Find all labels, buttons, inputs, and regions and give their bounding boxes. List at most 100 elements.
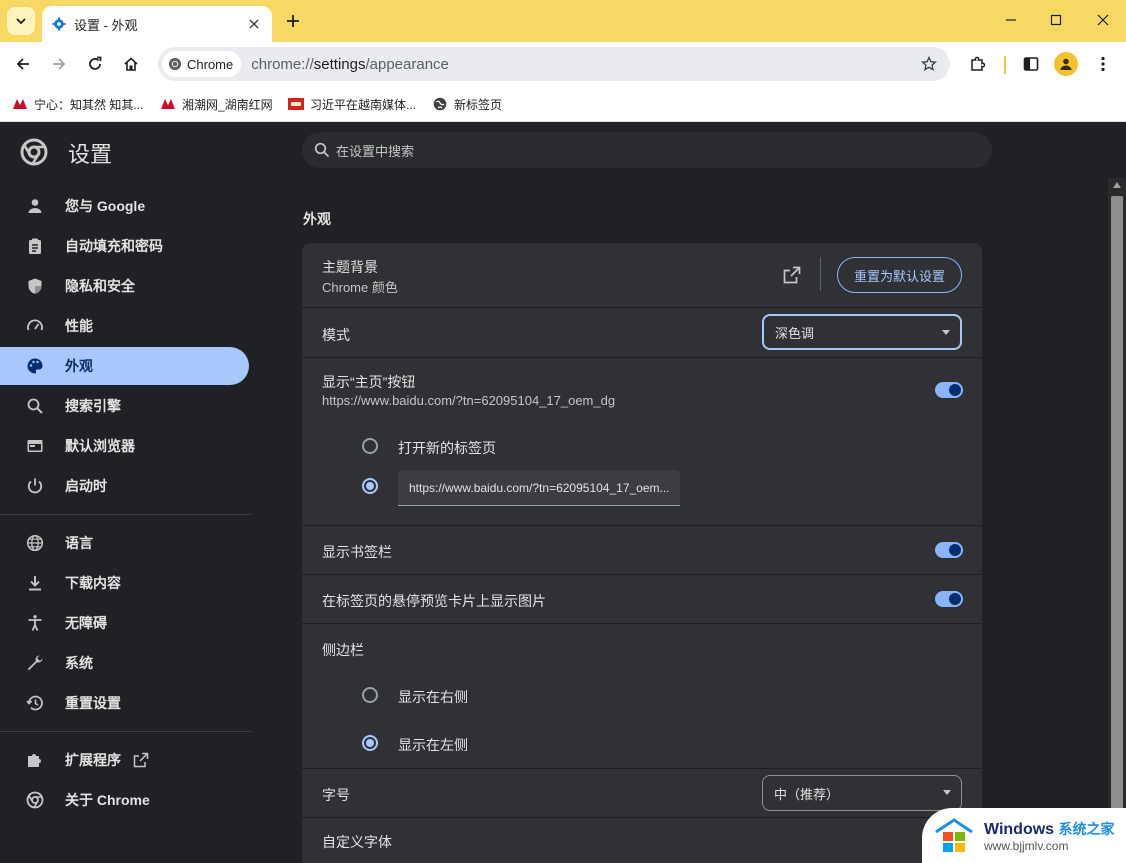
title-bar: 设置 - 外观 <box>0 0 1126 42</box>
side-panel-left-label: 显示在左侧 <box>398 737 468 753</box>
nav-item-search-engine[interactable]: 搜索引擎 <box>0 387 249 425</box>
nav-label: 自动填充和密码 <box>65 238 163 254</box>
watermark-logo: Windows 系统之家 www.bjjmlv.com <box>922 808 1126 863</box>
wrench-icon <box>24 652 46 674</box>
home-newtab-radio[interactable] <box>362 438 378 454</box>
shield-icon <box>24 275 46 297</box>
side-panel-left-radio[interactable] <box>362 735 378 751</box>
external-link-icon[interactable] <box>782 265 802 285</box>
reload-button[interactable] <box>81 50 109 78</box>
side-panel-right-label: 显示在右侧 <box>398 689 468 705</box>
nav-item-on-startup[interactable]: 启动时 <box>0 467 249 505</box>
home-url-input[interactable]: https://www.baidu.com/?tn=62095104_17_oe… <box>398 470 680 506</box>
home-button-toggle[interactable] <box>935 382 963 398</box>
menu-button[interactable] <box>1089 50 1117 78</box>
bookmark-star-button[interactable] <box>914 56 944 72</box>
nav-label: 无障碍 <box>65 615 107 631</box>
chrome-icon <box>24 789 46 811</box>
more-vert-icon <box>1101 56 1105 72</box>
back-button[interactable] <box>9 50 37 78</box>
bookmark-item[interactable]: 新标签页 <box>432 94 502 114</box>
nav-item-accessibility[interactable]: 无障碍 <box>0 604 249 642</box>
puzzle-icon <box>971 56 986 71</box>
tab-title: 设置 - 外观 <box>74 17 138 33</box>
nav-label: 下载内容 <box>65 575 121 591</box>
bookmark-item[interactable]: 宁心：知其然 知其... <box>12 94 143 114</box>
dropdown-caret-icon <box>942 330 950 335</box>
bookmark-item[interactable]: 湘潮网_湖南红网 <box>160 94 273 114</box>
power-icon <box>24 475 46 497</box>
hover-preview-label: 在标签页的悬停预览卡片上显示图片 <box>322 593 546 609</box>
nav-separator <box>0 514 251 515</box>
scroll-up-arrow-icon[interactable] <box>1113 182 1121 188</box>
history-icon <box>24 692 46 714</box>
nav-item-you-and-google[interactable]: 您与 Google <box>0 187 249 225</box>
nav-label: 默认浏览器 <box>65 438 135 454</box>
close-window-button[interactable] <box>1088 6 1118 34</box>
nav-item-privacy[interactable]: 隐私和安全 <box>0 267 249 305</box>
minimize-button[interactable] <box>996 6 1026 34</box>
new-tab-button[interactable] <box>282 10 304 32</box>
home-icon <box>124 57 138 71</box>
nav-label: 外观 <box>65 358 93 374</box>
toolbar: Chrome chrome://settings/appearance <box>0 42 1126 86</box>
font-size-select[interactable]: 中（推荐） <box>762 775 962 811</box>
person-icon <box>24 195 46 217</box>
active-tab[interactable]: 设置 - 外观 <box>42 6 272 42</box>
nav-item-reset[interactable]: 重置设置 <box>0 684 249 722</box>
globe-icon <box>24 532 46 554</box>
mode-label: 模式 <box>322 327 350 343</box>
side-panel-button[interactable] <box>1017 50 1045 78</box>
nav-item-performance[interactable]: 性能 <box>0 307 249 345</box>
nav-item-default-browser[interactable]: 默认浏览器 <box>0 427 249 465</box>
profile-avatar[interactable] <box>1054 52 1078 76</box>
site-chip[interactable]: Chrome <box>162 51 242 77</box>
home-button-label: 显示“主页”按钮 <box>322 374 416 390</box>
address-bar[interactable]: Chrome chrome://settings/appearance <box>158 47 950 81</box>
side-panel-label: 侧边栏 <box>322 642 364 658</box>
nav-label: 扩展程序 <box>65 752 121 768</box>
custom-fonts-row[interactable]: 自定义字体 <box>302 817 982 863</box>
nav-item-languages[interactable]: 语言 <box>0 524 249 562</box>
bookmark-label: 新标签页 <box>454 97 503 112</box>
external-link-icon <box>133 752 149 768</box>
arrow-left-icon <box>16 58 29 70</box>
hover-preview-row: 在标签页的悬停预览卡片上显示图片 <box>302 574 982 623</box>
theme-row: 主题背景 Chrome 颜色 重置为默认设置 <box>302 243 982 307</box>
favicon-icon <box>160 97 176 111</box>
browser-window-icon <box>24 435 46 457</box>
bookmarks-bar-toggle[interactable] <box>935 542 963 558</box>
favicon-icon <box>288 97 304 111</box>
scrollbar-thumb[interactable] <box>1111 196 1123 816</box>
nav-item-system[interactable]: 系统 <box>0 644 249 682</box>
nav-label: 启动时 <box>65 478 107 494</box>
hover-preview-toggle[interactable] <box>935 591 963 607</box>
nav-item-downloads[interactable]: 下载内容 <box>0 564 249 602</box>
speedometer-icon <box>24 315 46 337</box>
maximize-button[interactable] <box>1041 6 1071 34</box>
nav-item-autofill[interactable]: 自动填充和密码 <box>0 227 249 265</box>
windows-logo-icon <box>935 817 973 852</box>
page-scrollbar[interactable] <box>1108 178 1126 863</box>
forward-button[interactable] <box>45 50 73 78</box>
bookmarks-bar: 宁心：知其然 知其... 湘潮网_湖南红网 习近平在越南媒体... 新标签页 <box>0 86 1126 122</box>
nav-item-appearance[interactable]: 外观 <box>0 347 249 385</box>
settings-search-input[interactable]: 在设置中搜索 <box>302 132 992 168</box>
font-size-row: 字号 中（推荐） <box>302 768 982 817</box>
reset-theme-button[interactable]: 重置为默认设置 <box>837 257 962 293</box>
nav-label: 性能 <box>65 318 93 334</box>
mode-select[interactable]: 深色调 <box>762 314 962 350</box>
tab-close-button[interactable] <box>246 16 262 32</box>
tab-search-button[interactable] <box>7 7 35 35</box>
bookmark-item[interactable]: 习近平在越南媒体... <box>288 94 416 114</box>
extensions-button[interactable] <box>964 50 992 78</box>
arrow-right-icon <box>53 58 66 70</box>
bookmarks-bar-label: 显示书签栏 <box>322 544 392 560</box>
home-button[interactable] <box>117 50 145 78</box>
nav-item-extensions[interactable]: 扩展程序 <box>0 741 249 779</box>
nav-item-about-chrome[interactable]: 关于 Chrome <box>0 781 249 819</box>
mode-select-value: 深色调 <box>775 325 815 341</box>
home-url-radio[interactable] <box>362 478 378 494</box>
puzzle-icon <box>24 749 46 771</box>
side-panel-right-radio[interactable] <box>362 687 378 703</box>
